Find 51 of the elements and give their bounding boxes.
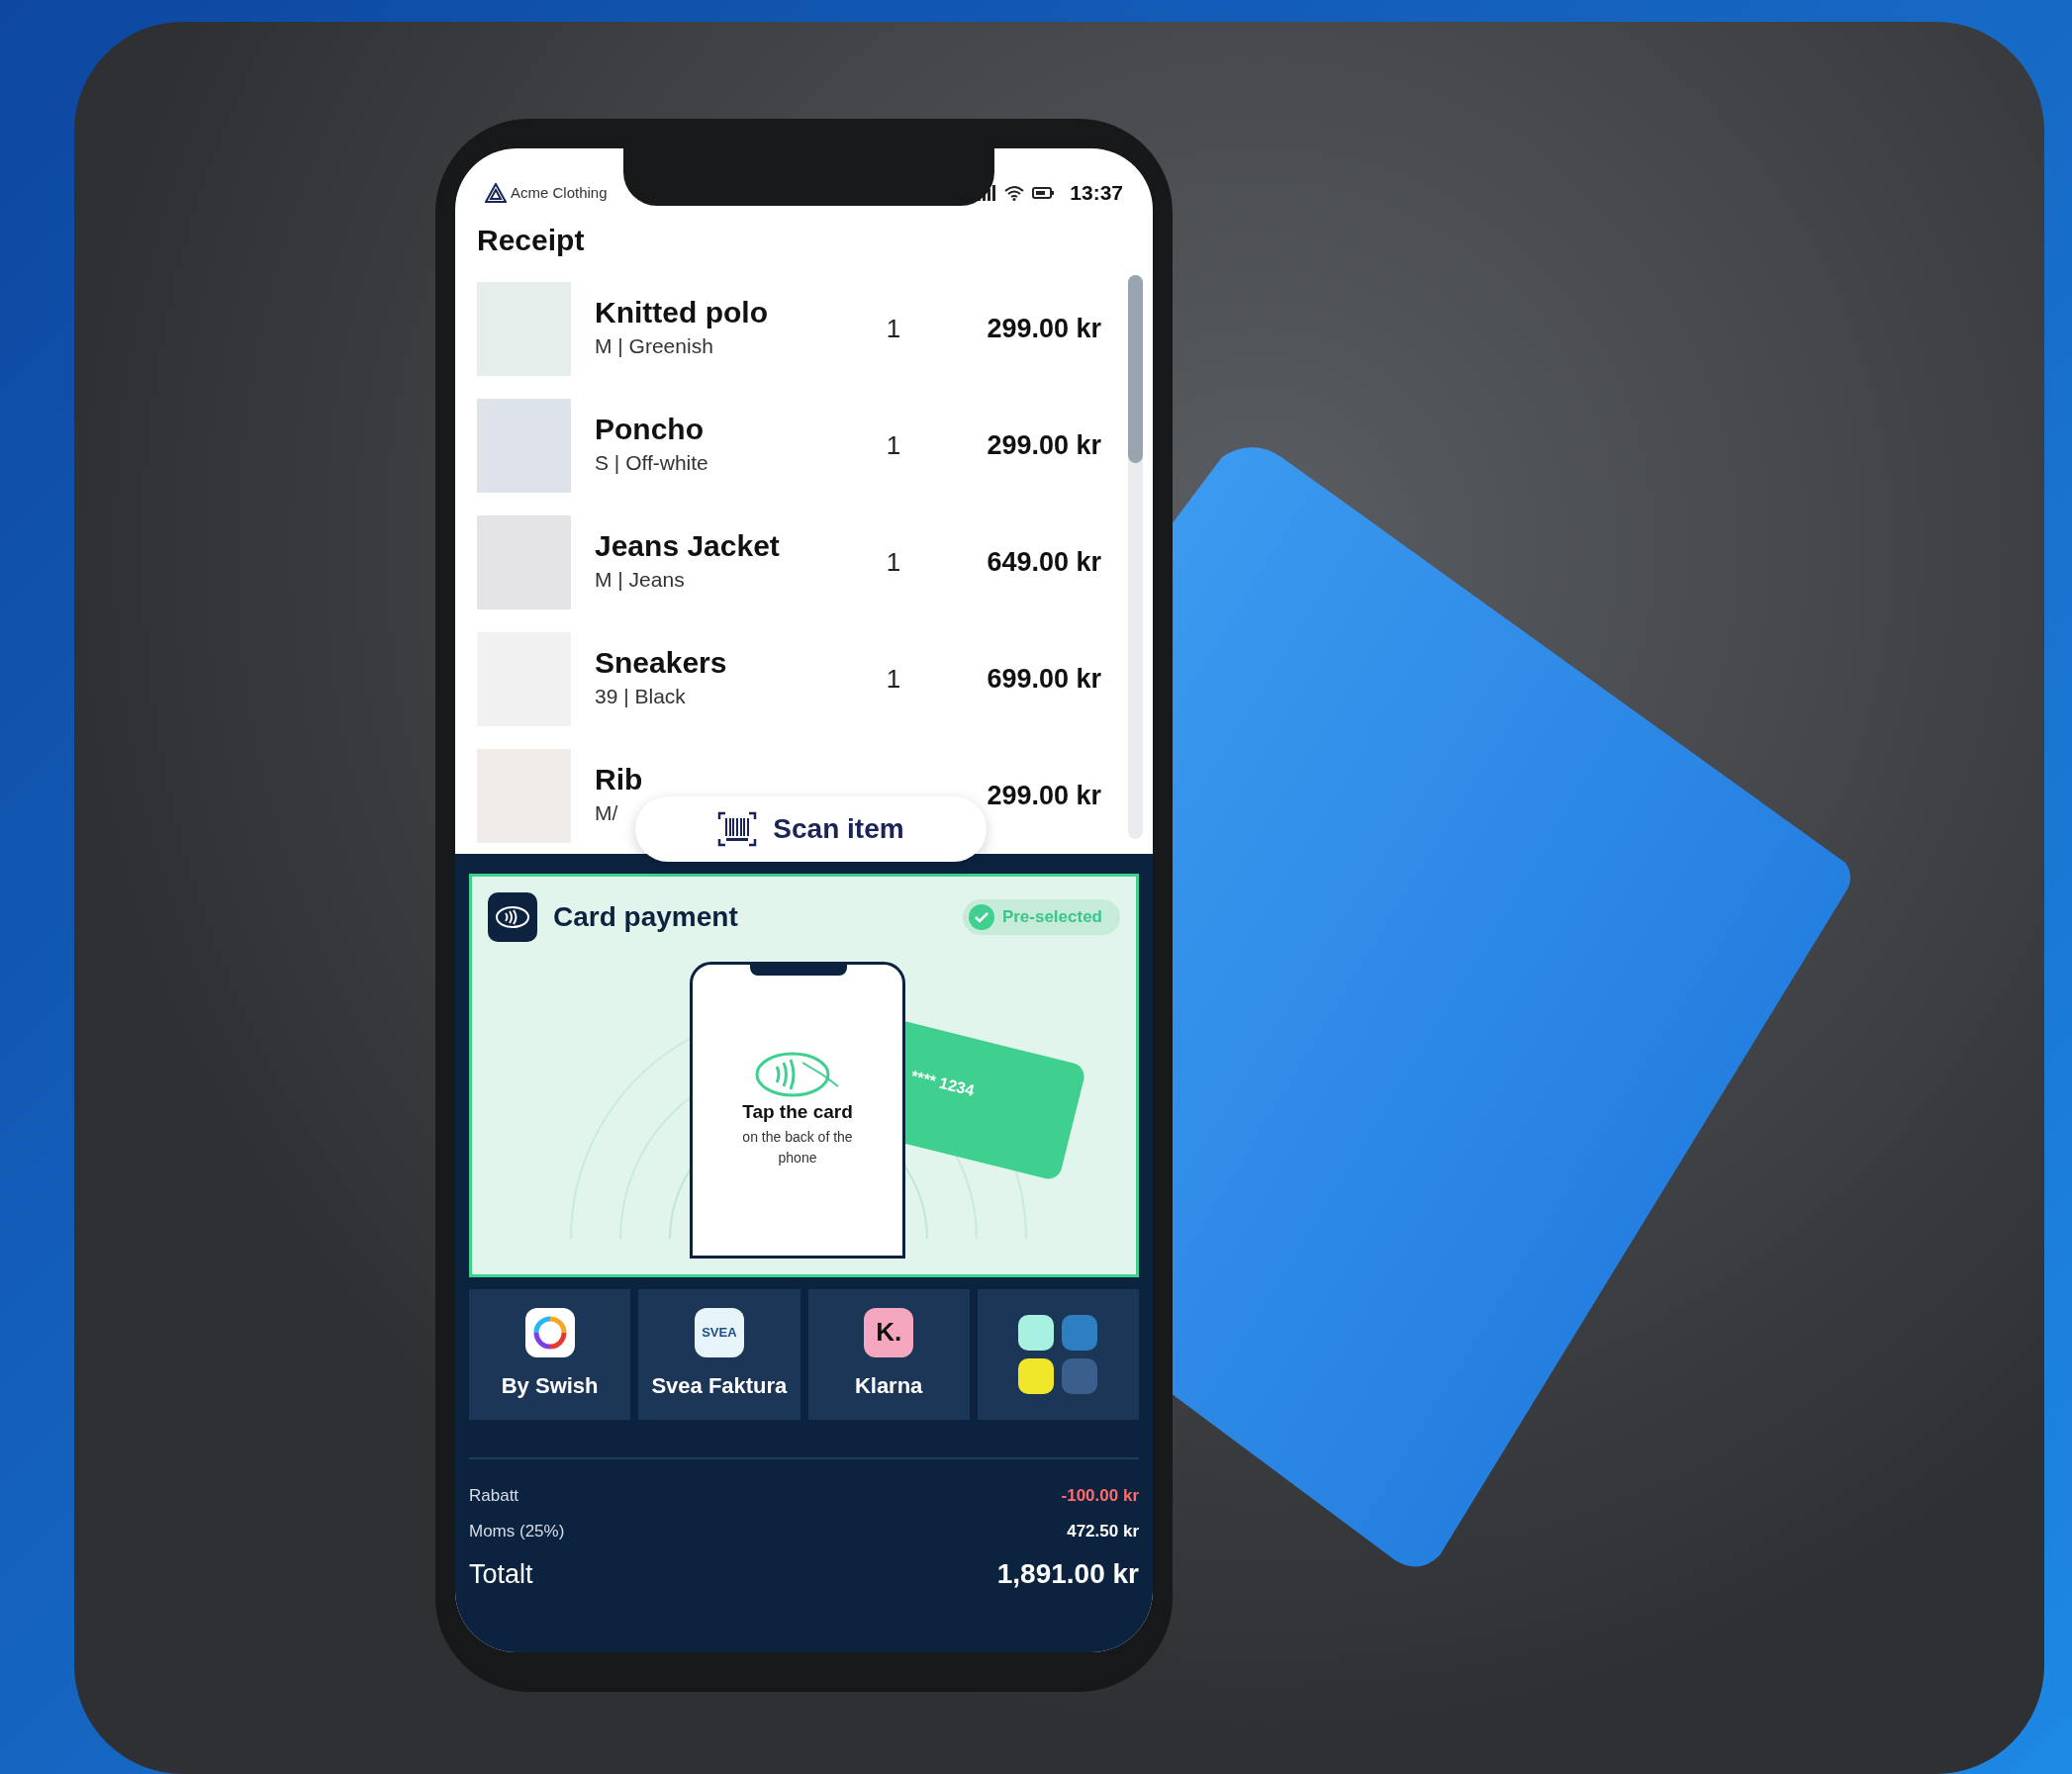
product-variant: M | Jeans [595,566,686,593]
clock-time: 13:37 [1070,180,1123,207]
product-name: Sneakers [595,646,727,681]
logo-icon [485,183,507,203]
product-variant: M | Greenish [595,332,714,359]
coin-logo-icon [1018,1358,1055,1394]
product-name: Jeans Jacket [595,529,780,564]
product-quantity: 1 [885,545,902,579]
instruction-text: on the back of the phone [741,1127,854,1167]
product-price: 299.00 kr [986,779,1101,812]
product-price: 699.00 kr [986,662,1101,696]
product-quantity: 1 [885,662,902,696]
product-quantity: 1 [885,428,902,462]
summary-value: -100.00 kr [1061,1485,1139,1507]
svea-logo: SVEA [694,1307,744,1357]
product-name: Knitted polo [595,296,768,330]
instruction-title: Tap the card [741,1100,854,1124]
product-name: Poncho [595,413,704,447]
app-name: Acme Clothing [511,182,608,203]
provider-logo-icon [1062,1358,1098,1394]
product-variant: 39 | Black [595,683,687,709]
product-price: 299.00 kr [986,312,1101,345]
battery-icon [1032,186,1055,200]
scan-item-button[interactable]: Scan item [635,796,987,862]
payment-method-button[interactable]: K. Klarna [807,1289,970,1420]
summary-label: Totalt [469,1557,533,1591]
product-quantity: 1 [885,312,902,345]
payment-method-button[interactable]: By Swish [469,1289,631,1420]
product-variant: S | Off-white [595,449,709,476]
product-price: 649.00 kr [986,545,1101,579]
summary-value: 1,891.00 kr [996,1557,1139,1591]
card-payment-panel[interactable]: Card payment Pre-selected **** 1234 Tap the card on the back of the phone [469,874,1139,1277]
wifi-icon [1004,185,1025,201]
payment-title: Card payment [553,900,738,934]
payment-method-button[interactable]: SVEA Svea Faktura [638,1289,801,1420]
card-number: **** 1234 [908,1066,977,1101]
summary-label: Moms (25%) [469,1520,565,1542]
more-methods-button[interactable] [977,1289,1139,1420]
swirl-logo-icon [524,1307,575,1357]
scrollbar[interactable] [1128,275,1143,839]
provider-logo-icon [1062,1315,1098,1351]
barcode-icon [717,811,758,847]
summary-label: Rabatt [469,1485,519,1507]
klarna-logo: K. [864,1307,914,1357]
summary-value: 472.50 kr [1067,1520,1139,1542]
contactless-card-icon [488,892,537,942]
link-logo-icon [1018,1315,1055,1351]
product-price: 299.00 kr [986,428,1101,462]
screen-title: Receipt [476,223,586,258]
preselected-badge: Pre-selected [962,899,1120,935]
product-name: Rib [595,763,643,797]
